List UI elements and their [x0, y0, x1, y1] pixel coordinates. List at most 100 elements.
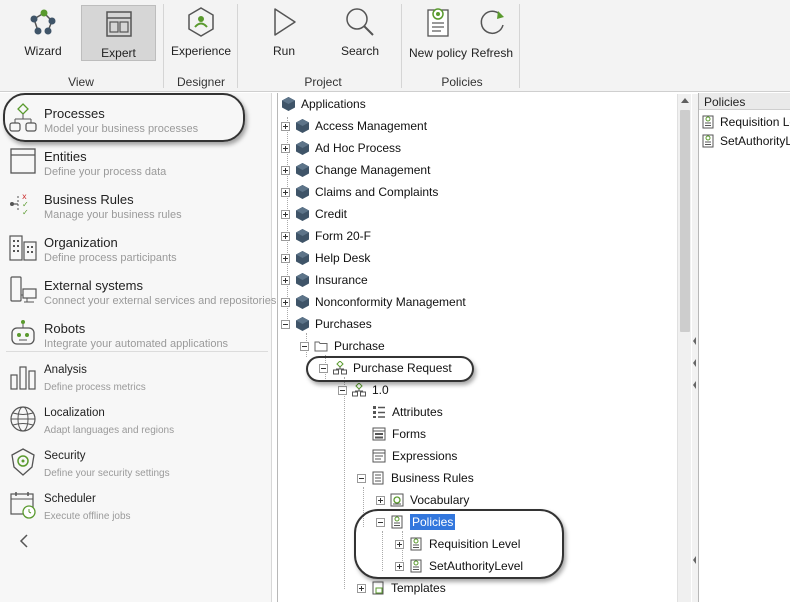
tree-item-applications[interactable]: Applications — [281, 94, 366, 114]
expressions-icon — [372, 449, 386, 463]
tree-item-application[interactable]: Purchases — [281, 314, 372, 334]
ribbon-separator — [401, 4, 402, 88]
cube-icon — [295, 163, 309, 177]
expand-icon[interactable] — [281, 275, 290, 285]
cube-icon — [295, 273, 309, 287]
expand-icon[interactable] — [376, 495, 385, 505]
refresh-label: Refresh — [470, 46, 514, 60]
expand-icon[interactable] — [281, 121, 290, 131]
expand-icon[interactable] — [395, 539, 404, 549]
nav-item-organization[interactable]: Organization Define process participants — [0, 228, 272, 270]
nav-title: Business Rules — [44, 192, 134, 207]
expert-icon — [99, 6, 139, 42]
expand-icon[interactable] — [281, 297, 290, 307]
tree-item-application[interactable]: Ad Hoc Process — [281, 138, 401, 158]
scroll-thumb[interactable] — [680, 110, 690, 332]
expand-icon[interactable] — [357, 583, 366, 593]
svg-text:✓: ✓ — [22, 208, 29, 217]
tree-item-policies[interactable]: Policies — [376, 512, 456, 532]
nav-item-analysis[interactable]: Analysis Define process metrics — [0, 357, 272, 399]
cube-icon — [281, 97, 295, 111]
cube-icon — [295, 119, 309, 133]
tree-label: Applications — [301, 97, 366, 111]
tree-item-purchase-folder[interactable]: Purchase — [300, 336, 385, 356]
tree-scrollbar[interactable] — [677, 94, 691, 602]
scroll-up-icon[interactable] — [681, 98, 689, 103]
nav-item-robots[interactable]: Robots Integrate your automated applicat… — [0, 314, 272, 356]
tree-item-business-rules[interactable]: Business Rules — [357, 468, 474, 488]
refresh-button[interactable]: Refresh — [470, 4, 514, 60]
organization-icon — [8, 232, 38, 262]
run-button[interactable]: Run — [262, 4, 306, 60]
cube-icon — [295, 185, 309, 199]
tree-label: Change Management — [315, 163, 431, 177]
nav-item-entities[interactable]: Entities Define your process data — [0, 142, 272, 184]
nav-item-scheduler[interactable]: Scheduler Execute offline jobs — [0, 486, 272, 528]
tree-item-forms[interactable]: Forms — [372, 424, 426, 444]
tree-item-application[interactable]: Claims and Complaints — [281, 182, 438, 202]
tree-item-application[interactable]: Insurance — [281, 270, 368, 290]
tree-item-application[interactable]: Change Management — [281, 160, 430, 180]
tree-item-attributes[interactable]: Attributes — [372, 402, 443, 422]
nav-item-external-systems[interactable]: External systems Connect your external s… — [0, 271, 276, 313]
refresh-icon — [472, 4, 512, 40]
ribbon-toolbar: Wizard Expert View Experience Designer R… — [0, 0, 790, 92]
tree-label: Help Desk — [315, 251, 371, 265]
tree-item-templates[interactable]: Templates — [357, 578, 446, 598]
tree-item-expressions[interactable]: Expressions — [372, 446, 457, 466]
tree-label: Purchase — [334, 339, 385, 353]
expand-icon[interactable] — [281, 165, 290, 175]
tree-label: Credit — [315, 207, 348, 221]
nav-subtitle: Connect your external services and repos… — [44, 295, 277, 307]
tree-item-version[interactable]: 1.0 — [338, 380, 389, 400]
chevron-left-icon[interactable] — [16, 533, 32, 549]
tree-label: Templates — [391, 581, 446, 595]
tree-item-setauthoritylevel[interactable]: SetAuthorityLevel — [395, 556, 523, 576]
nav-item-localization[interactable]: Localization Adapt languages and regions — [0, 400, 272, 442]
tree-item-vocabulary[interactable]: Vocabulary — [376, 490, 469, 510]
tree-label-selected: Policies — [410, 514, 456, 530]
nav-subtitle: Define your security settings — [44, 468, 170, 479]
collapse-icon[interactable] — [319, 363, 328, 373]
tree-item-requisition-level[interactable]: Requisition Level — [395, 534, 520, 554]
collapse-icon[interactable] — [357, 473, 366, 483]
left-navigation: Processes Model your business processes … — [0, 93, 276, 602]
tree-item-application[interactable]: Nonconformity Management — [281, 292, 466, 312]
tree-label: Access Management — [315, 119, 428, 133]
tree-item-purchase-request[interactable]: Purchase Request — [319, 358, 452, 378]
collapse-icon[interactable] — [376, 517, 385, 527]
tree-item-application[interactable]: Credit — [281, 204, 347, 224]
tree-item-application[interactable]: Form 20-F — [281, 226, 371, 246]
search-button[interactable]: Search — [336, 4, 384, 60]
expand-icon[interactable] — [281, 143, 290, 153]
collapse-icon[interactable] — [281, 319, 290, 329]
collapse-icon[interactable] — [338, 385, 347, 395]
experience-icon — [181, 4, 221, 40]
tree-guide — [382, 531, 383, 571]
expand-icon[interactable] — [281, 187, 290, 197]
expert-button[interactable]: Expert — [81, 5, 156, 61]
tree-label: Attributes — [392, 405, 443, 419]
expand-icon[interactable] — [281, 253, 290, 263]
experience-button[interactable]: Experience — [171, 4, 231, 60]
nav-item-business-rules[interactable]: x ✓ ✓ Business Rules Manage your busines… — [0, 185, 272, 227]
policy-list-item[interactable]: SetAuthorityLevel — [701, 132, 790, 150]
nav-item-security[interactable]: Security Define your security settings — [0, 443, 272, 485]
group-label-designer: Designer — [176, 75, 226, 89]
tree-label: SetAuthorityLevel — [429, 559, 524, 573]
expand-icon[interactable] — [281, 231, 290, 241]
nav-subtitle: Manage your business rules — [44, 209, 182, 221]
nav-title: External systems — [44, 278, 143, 293]
nav-title: Scheduler — [44, 493, 96, 505]
nav-item-processes[interactable]: Processes Model your business processes — [0, 99, 272, 141]
expand-icon[interactable] — [395, 561, 404, 571]
policy-list-item[interactable]: Requisition Level — [701, 113, 790, 131]
nav-subtitle: Model your business processes — [44, 123, 199, 135]
tree-item-application[interactable]: Help Desk — [281, 248, 370, 268]
new-policy-button[interactable]: New policy — [408, 4, 468, 60]
tree-item-application[interactable]: Access Management — [281, 116, 427, 136]
collapse-icon[interactable] — [300, 341, 309, 351]
nav-title: Organization — [44, 235, 118, 250]
wizard-button[interactable]: Wizard — [18, 4, 68, 60]
expand-icon[interactable] — [281, 209, 290, 219]
